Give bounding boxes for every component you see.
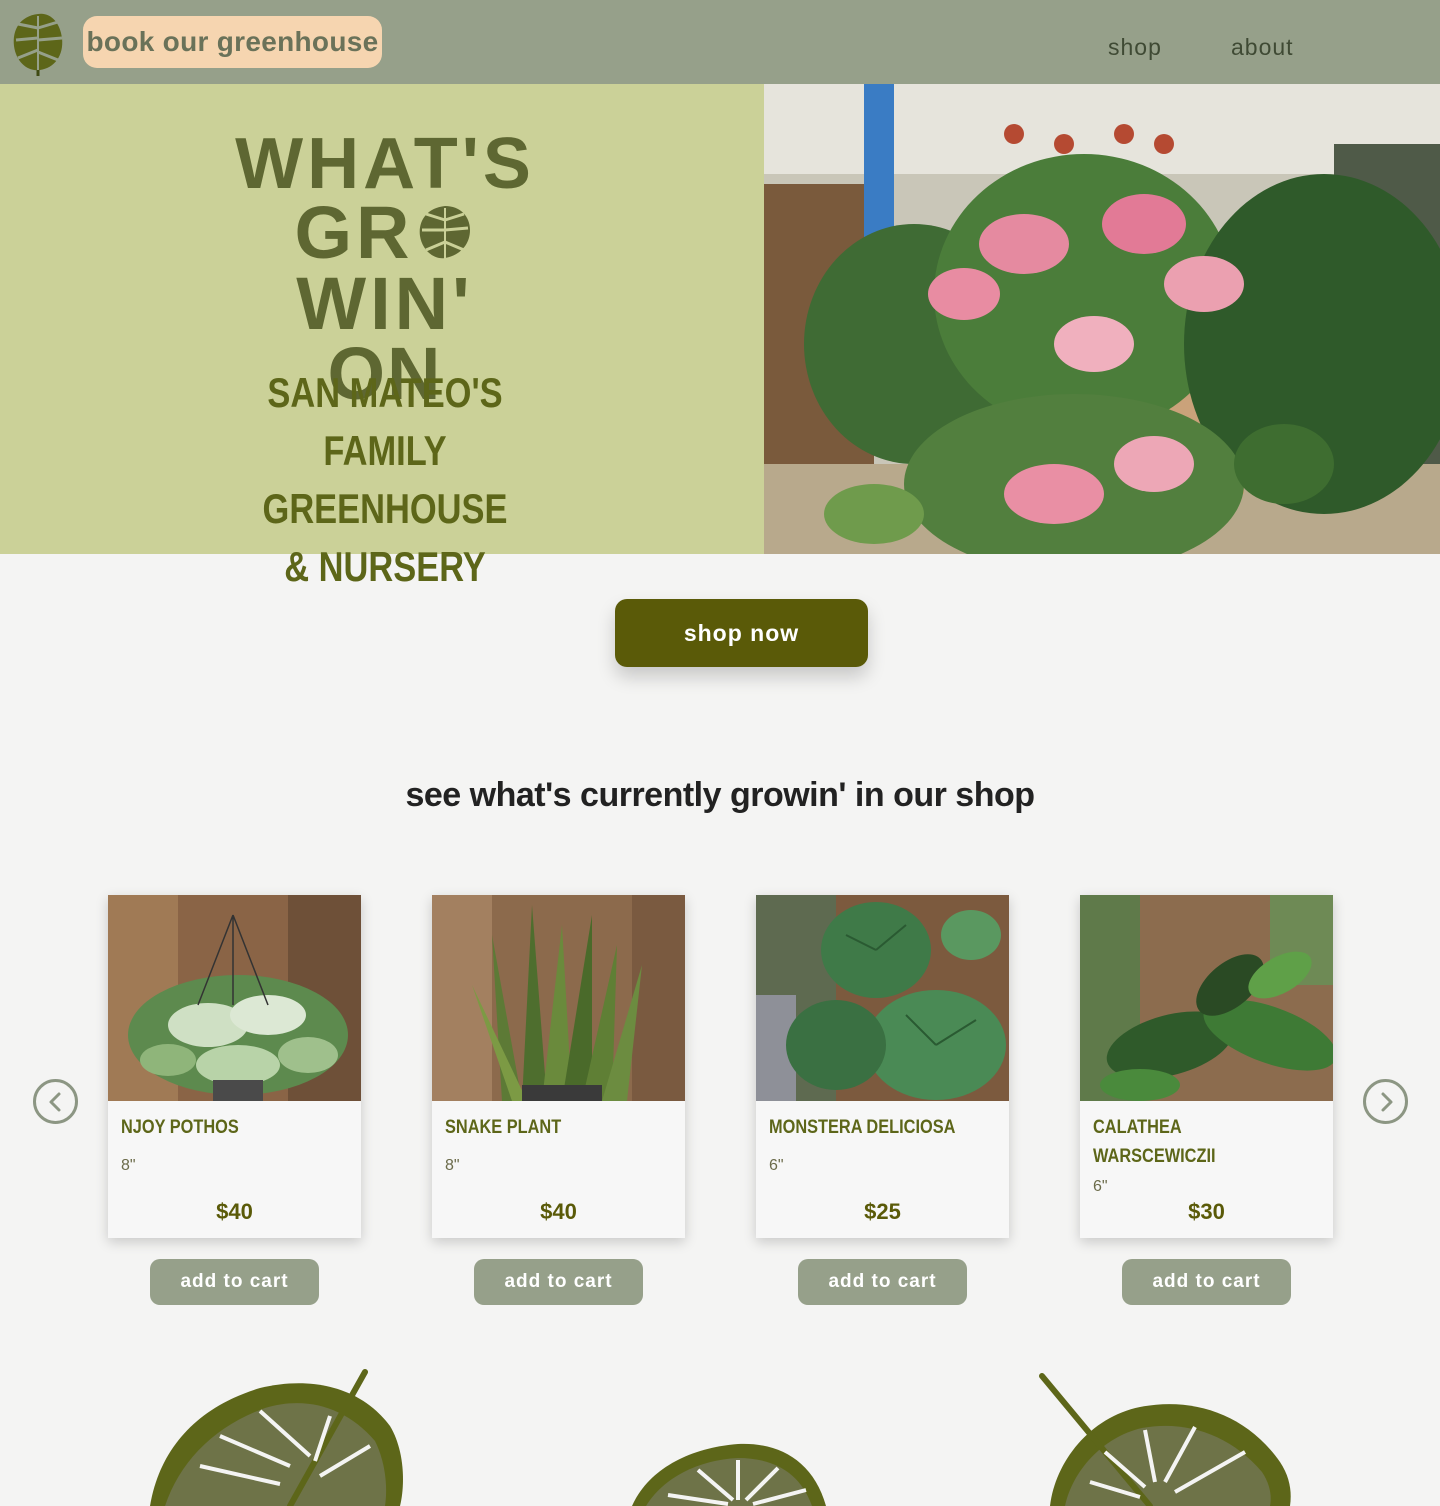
greenhouse-photo bbox=[764, 84, 1440, 554]
monstera-logo-icon[interactable] bbox=[8, 8, 68, 76]
monstera-leaf-icon bbox=[414, 202, 476, 264]
product-name: SNAKE PLANT bbox=[445, 1117, 562, 1138]
hero-title-line1: WHAT'S bbox=[235, 124, 535, 204]
product-size: 6" bbox=[1093, 1178, 1108, 1195]
shop-now-button[interactable]: shop now bbox=[615, 599, 868, 667]
chevron-left-icon bbox=[49, 1092, 60, 1111]
hero-subtitle-line2: FAMILY GREENHOUSE bbox=[262, 427, 508, 532]
hero-title-line2: GRWIN' bbox=[220, 196, 550, 340]
add-to-cart-button[interactable]: add to cart bbox=[1122, 1259, 1291, 1305]
decorative-monstera-leaf-icon bbox=[1030, 1372, 1300, 1506]
product-price: $40 bbox=[540, 1199, 577, 1224]
chevron-right-icon bbox=[1381, 1092, 1392, 1111]
nav-shop-link[interactable]: shop bbox=[1108, 34, 1162, 61]
product-name: MONSTERA DELICIOSA bbox=[769, 1117, 956, 1138]
decorative-monstera-leaf-icon bbox=[628, 1440, 828, 1506]
product-size: 6" bbox=[769, 1157, 784, 1174]
product-card[interactable]: MONSTERA DELICIOSA 6" $25 bbox=[756, 895, 1009, 1238]
carousel-next-button[interactable] bbox=[1363, 1079, 1408, 1124]
product-size: 8" bbox=[445, 1157, 460, 1174]
hero-subtitle-line3: & NURSERY bbox=[284, 543, 486, 590]
product-price: $25 bbox=[864, 1199, 901, 1224]
product-image-monstera bbox=[756, 895, 1009, 1101]
product-price: $40 bbox=[216, 1199, 253, 1224]
product-card[interactable]: SNAKE PLANT 8" $40 bbox=[432, 895, 685, 1238]
book-greenhouse-button[interactable]: book our greenhouse bbox=[83, 16, 382, 68]
product-image-snake-plant bbox=[432, 895, 685, 1101]
add-to-cart-button[interactable]: add to cart bbox=[150, 1259, 319, 1305]
carousel-prev-button[interactable] bbox=[33, 1079, 78, 1124]
add-to-cart-button[interactable]: add to cart bbox=[474, 1259, 643, 1305]
product-image-pothos bbox=[108, 895, 361, 1101]
hero-subtitle: SAN MATEO'S FAMILY GREENHOUSE & NURSERY bbox=[233, 364, 536, 596]
product-price: $30 bbox=[1188, 1199, 1225, 1224]
product-image-calathea bbox=[1080, 895, 1333, 1101]
product-size: 8" bbox=[121, 1157, 136, 1174]
product-name: CALATHEA WARSCEWICZII bbox=[1093, 1117, 1216, 1167]
top-nav-bar: book our greenhouse shop about bbox=[0, 0, 1440, 84]
shop-section-heading: see what's currently growin' in our shop bbox=[405, 776, 1035, 814]
decorative-monstera-leaf-icon bbox=[140, 1366, 410, 1506]
hero-subtitle-line1: SAN MATEO'S bbox=[267, 369, 503, 416]
product-name: NJOY POTHOS bbox=[121, 1117, 239, 1138]
product-card[interactable]: CALATHEA WARSCEWICZII 6" $30 bbox=[1080, 895, 1333, 1238]
product-card[interactable]: NJOY POTHOS 8" $40 bbox=[108, 895, 361, 1238]
nav-about-link[interactable]: about bbox=[1231, 34, 1294, 61]
add-to-cart-button[interactable]: add to cart bbox=[798, 1259, 967, 1305]
